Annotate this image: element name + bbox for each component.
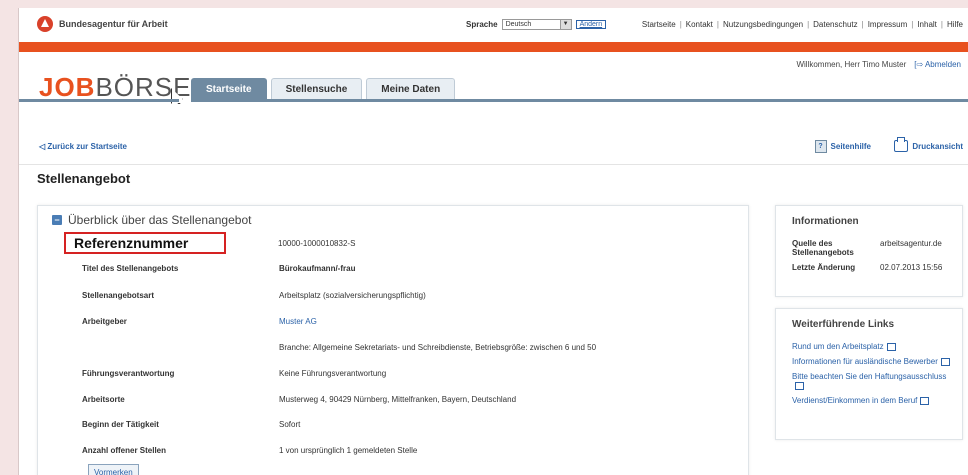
info-panel: Informationen Quelle des Stellenangebots… (775, 205, 963, 297)
language-select[interactable]: Deutsch ▼ (501, 19, 572, 30)
logo-job: JOB (39, 72, 96, 102)
row-value: Musterweg 4, 90429 Nürnberg, Mittelfrank… (279, 395, 517, 404)
logout-link[interactable]: [⇨ Abmelden (914, 60, 961, 69)
page: Bundesagentur für Arbeit Sprache Deutsch… (18, 8, 968, 475)
row-value: Bürokaufmann/-frau (279, 264, 356, 273)
link-label: Bitte beachten Sie den Haftungsausschlus… (792, 372, 947, 381)
external-link-icon (940, 357, 950, 366)
row-value: Arbeitsplatz (sozialversicherungspflicht… (279, 291, 426, 300)
back-link-label: Zurück zur Startseite (47, 142, 127, 151)
external-link-icon (920, 396, 930, 405)
tab-divider-left (19, 99, 179, 102)
row-value: Branche: Allgemeine Sekretariats- und Sc… (279, 343, 597, 352)
row-value: Sofort (279, 420, 301, 429)
row-label: Arbeitgeber (82, 317, 127, 326)
link-label: Verdienst/Einkommen in dem Beruf (792, 396, 918, 405)
link-label: Informationen für ausländische Bewerber (792, 357, 938, 366)
printer-icon (894, 137, 909, 152)
row-value: Keine Führungsverantwortung (279, 369, 387, 378)
overview-panel: − Überblick über das Stellenangebot Refe… (37, 205, 749, 475)
agency-logo[interactable]: Bundesagentur für Arbeit (37, 16, 168, 32)
separator: | (940, 20, 943, 29)
separator: | (807, 20, 810, 29)
info-row: Quelle des Stellenangebots arbeitsagentu… (792, 239, 962, 257)
separator: | (861, 20, 864, 29)
logout-icon: [⇨ (914, 60, 925, 69)
print-link[interactable]: Druckansicht (894, 137, 963, 152)
top-link-inhalt[interactable]: Inhalt (917, 20, 937, 29)
sub-bar: ◁ Zurück zur Startseite ? Seitenhilfe Dru… (19, 134, 968, 165)
top-link-kontakt[interactable]: Kontakt (686, 20, 713, 29)
top-links: Startseite | Kontakt | Nutzungsbedingungen… (642, 20, 963, 29)
page-title: Stellenangebot (37, 171, 131, 186)
overview-header[interactable]: − Überblick über das Stellenangebot (52, 213, 251, 227)
chevron-down-icon: ▼ (559, 20, 571, 29)
logout-label: Abmelden (924, 60, 961, 69)
top-link-impressum[interactable]: Impressum (868, 20, 908, 29)
top-link-datenschutz[interactable]: Datenschutz (813, 20, 857, 29)
info-row: Letzte Änderung 02.07.2013 15:56 (792, 263, 962, 272)
collapse-icon: − (52, 215, 62, 225)
tab-meine-daten[interactable]: Meine Daten (366, 78, 456, 99)
external-link-icon (795, 381, 804, 390)
row-label: Anzahl offener Stellen (82, 446, 167, 455)
language-selector: Sprache Deutsch ▼ Ändern (466, 19, 607, 30)
separator: | (911, 20, 914, 29)
welcome-text: Willkommen, Herr Timo Muster (796, 60, 907, 69)
top-link-startseite[interactable]: Startseite (642, 20, 676, 29)
tab-startseite[interactable]: Startseite (191, 78, 267, 99)
top-bar: Bundesagentur für Arbeit Sprache Deutsch… (19, 8, 968, 42)
links-list: Rund um den Arbeitsplatz Informationen f… (792, 342, 962, 405)
row-label: Beginn der Tätigkeit (82, 420, 159, 429)
source-label: Quelle des Stellenangebots (792, 239, 854, 257)
separator: | (679, 20, 682, 29)
change-language-button[interactable]: Ändern (575, 20, 607, 29)
links-title: Weiterführende Links (792, 319, 895, 330)
link-auslaendische-bewerber[interactable]: Informationen für ausländische Bewerber (792, 357, 952, 366)
tab-stellensuche[interactable]: Stellensuche (270, 78, 363, 99)
employer-link[interactable]: Muster AG (279, 317, 739, 326)
row-label: Arbeitsorte (82, 395, 125, 404)
separator: | (716, 20, 719, 29)
help-label: Seitenhilfe (830, 142, 871, 151)
row-label: Titel des Stellenangebots (82, 264, 179, 273)
reference-number-label: Referenznummer (64, 232, 226, 254)
top-link-nutzungsbedingungen[interactable]: Nutzungsbedingungen (723, 20, 803, 29)
link-arbeitsplatz[interactable]: Rund um den Arbeitsplatz (792, 342, 952, 351)
top-link-hilfe[interactable]: Hilfe (947, 20, 963, 29)
link-haftungsausschluss[interactable]: Bitte beachten Sie den Haftungsausschlus… (792, 372, 952, 390)
overview-title: Überblick über das Stellenangebot (68, 213, 252, 227)
help-link[interactable]: ? Seitenhilfe (814, 140, 871, 153)
info-title: Informationen (792, 216, 859, 227)
bookmark-button[interactable]: Vormerken (88, 464, 139, 475)
back-link[interactable]: ◁ Zurück zur Startseite (39, 142, 127, 151)
changed-label: Letzte Änderung (792, 263, 856, 272)
language-label: Sprache (466, 20, 498, 29)
tab-divider (191, 99, 968, 102)
welcome-area: Willkommen, Herr Timo Muster [⇨ Abmelden (796, 60, 961, 69)
link-label: Rund um den Arbeitsplatz (792, 342, 884, 351)
reference-number-value: 10000-1000010832-S (278, 239, 356, 248)
row-label: Stellenangebotsart (82, 291, 155, 300)
row-label: Führungsverantwortung (82, 369, 175, 378)
agency-logo-icon (37, 16, 53, 32)
row-value: 1 von ursprünglich 1 gemeldeten Stelle (279, 446, 418, 455)
accent-bar (19, 42, 968, 52)
agency-name: Bundesagentur für Arbeit (59, 19, 168, 29)
changed-value: 02.07.2013 15:56 (880, 263, 943, 272)
info-table: Quelle des Stellenangebots arbeitsagentu… (792, 239, 962, 272)
external-link-icon (886, 342, 896, 351)
link-verdienst[interactable]: Verdienst/Einkommen in dem Beruf (792, 396, 952, 405)
links-panel: Weiterführende Links Rund um den Arbeits… (775, 308, 963, 440)
print-label: Druckansicht (912, 141, 963, 151)
source-value: arbeitsagentur.de (880, 239, 942, 248)
main-tabs: Startseite Stellensuche Meine Daten (191, 78, 456, 99)
language-value: Deutsch (505, 21, 532, 28)
help-icon: ? (814, 140, 827, 153)
